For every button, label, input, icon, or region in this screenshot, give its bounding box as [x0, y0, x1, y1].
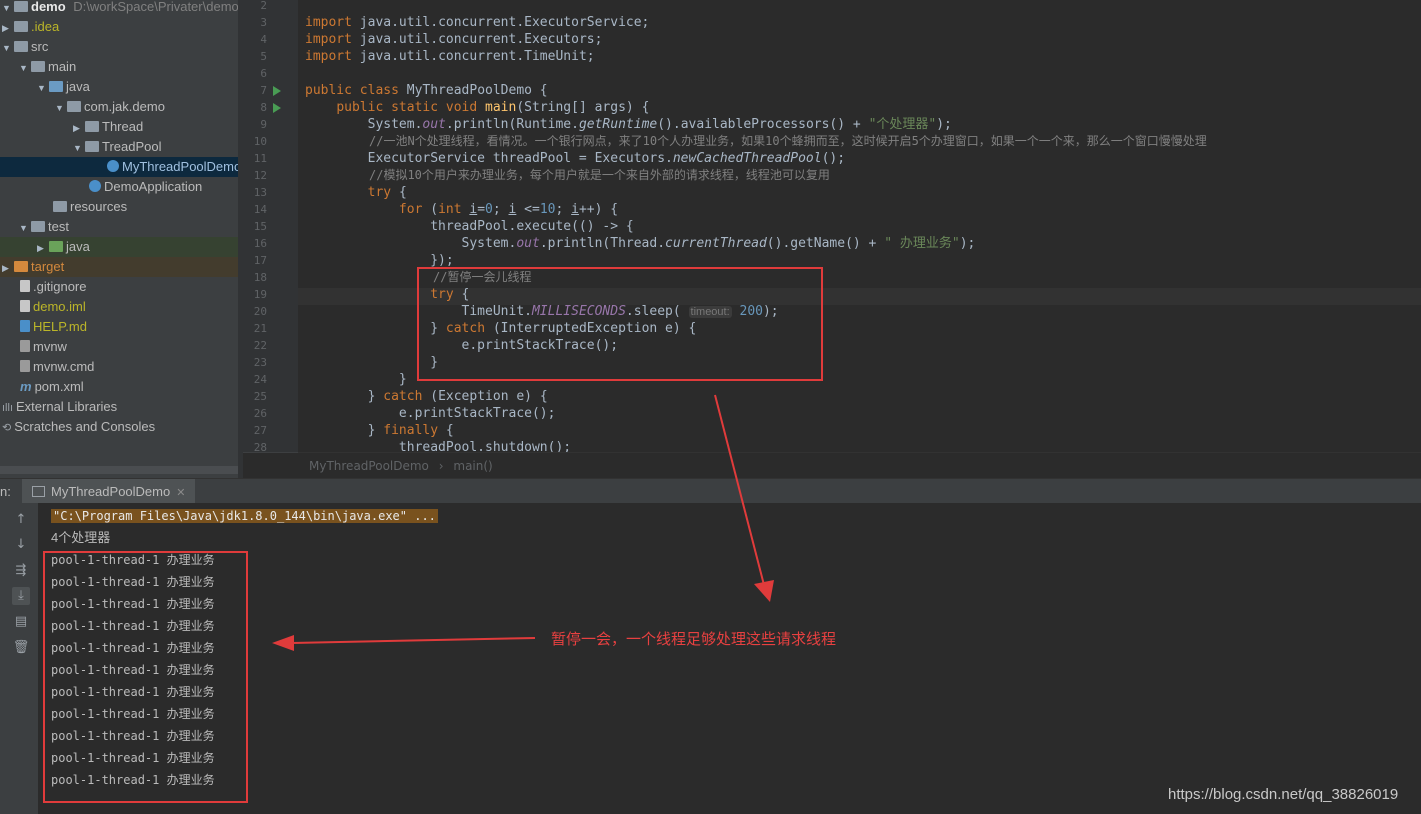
annotation-arrows: [272, 394, 774, 651]
arrowhead-left: [272, 635, 294, 651]
watermark: https://blog.csdn.net/qq_38826019: [1168, 786, 1399, 803]
arrow-left-line: [291, 637, 536, 644]
annotation-text: 暂停一会，一个线程足够处理这些请求线程: [551, 630, 837, 648]
arrow-down-line: [714, 394, 765, 586]
arrowhead-down: [754, 580, 774, 602]
